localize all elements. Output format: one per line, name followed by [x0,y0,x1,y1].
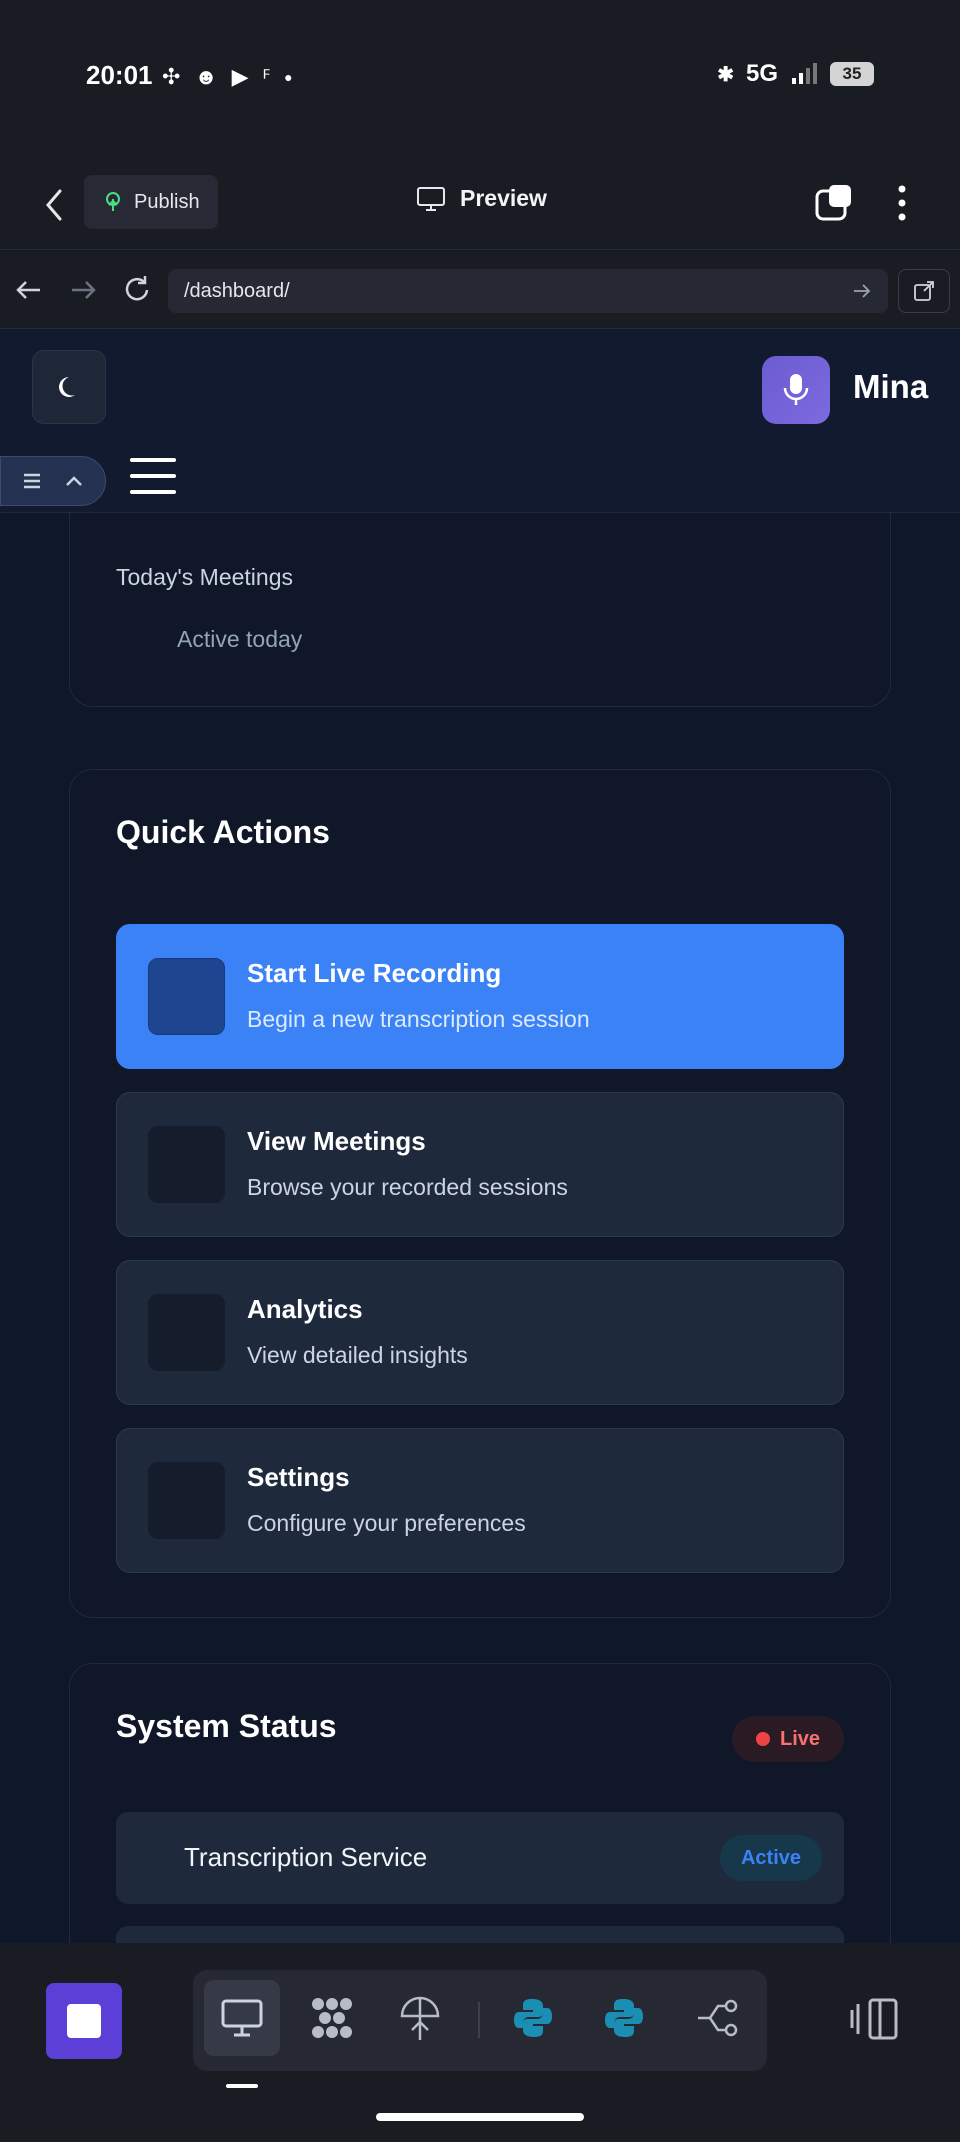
notification-icons: ✣ ☻ ▶ ꟳ ● [162,62,293,92]
status-row [116,1926,844,1943]
start-recording-button[interactable]: Start Live Recording Begin a new transcr… [116,924,844,1069]
browser-bar: /dashboard/ [0,251,960,329]
action-description: Configure your preferences [247,1510,526,1536]
settings-button[interactable]: Settings Configure your preferences [116,1428,844,1573]
live-label: Live [779,1727,821,1750]
status-row: Transcription Service Active [116,1812,844,1904]
system-status-card: System Status Live Transcription Service… [69,1663,891,1943]
url-field[interactable]: /dashboard/ [168,269,888,313]
service-name: Transcription Service [184,1842,428,1872]
quick-actions-title: Quick Actions [116,814,330,850]
stop-button[interactable] [46,1983,122,2059]
desktop-icon [221,1999,263,2037]
reload-icon[interactable] [120,273,154,307]
publish-label: Publish [134,190,200,213]
action-description: Browse your recorded sessions [247,1174,568,1200]
system-icons: ✱ 5G 35 [717,60,874,88]
action-title: Settings [247,1462,350,1492]
brand-name[interactable]: Mina [853,368,928,406]
settings-icon [148,1462,225,1539]
layout-toggle-icon[interactable] [850,1996,900,2042]
chevron-up-icon[interactable] [64,474,84,488]
analytics-icon [148,1294,225,1371]
agent-icon [312,1998,352,2038]
action-description: Begin a new transcription session [247,1006,590,1032]
bottom-toolbar [0,1943,960,2142]
moon-icon [59,377,75,397]
meetings-icon [148,1126,225,1203]
record-icon [148,958,225,1035]
url-text: /dashboard/ [184,279,290,302]
snapchat-icon: ☻ [194,64,218,89]
more-notifications-icon: ● [284,69,293,85]
live-badge: Live [732,1716,844,1762]
battery-icon: 35 [830,62,874,86]
python-tool-1[interactable] [495,1980,571,2056]
slack-icon: ✣ [162,64,181,89]
forward-arrow-icon[interactable] [66,273,100,307]
tool-group [193,1970,767,2071]
more-vertical-icon[interactable] [890,183,914,223]
brand-logo[interactable] [762,356,830,424]
app-toolbar: Publish Preview [0,155,960,250]
tabs-icon[interactable] [815,183,855,223]
microphone-icon [783,374,809,405]
action-title: Start Live Recording [247,958,502,988]
menu-icon[interactable] [130,458,176,494]
python-icon [605,1999,643,2037]
external-link-icon [914,281,934,301]
deploy-icon [400,1996,440,2040]
live-dot-icon [755,1732,770,1746]
go-arrow-icon[interactable] [852,281,872,301]
workflow-icon [698,1999,738,2037]
preview-label: Preview [460,185,547,211]
open-external-button[interactable] [898,269,950,313]
desktop-preview-tool[interactable] [204,1980,280,2056]
workflow-tool[interactable] [680,1980,756,2056]
fanfiction-icon: ꟳ [262,65,271,90]
floating-toolbar[interactable] [0,456,106,506]
preview-toggle[interactable]: Preview [416,185,547,212]
agent-tool[interactable] [294,1980,370,2056]
stat-label: Today's Meetings [116,564,293,590]
toolbar-divider [478,2002,480,2038]
back-arrow-icon[interactable] [12,273,46,307]
signal-icon [792,63,817,84]
publish-button[interactable]: Publish [84,175,218,229]
stat-subtext: Active today [177,626,303,652]
theme-toggle-button[interactable] [32,350,106,424]
action-title: Analytics [247,1294,363,1324]
site-header: Mina [0,330,960,513]
meetings-stat-card: Today's Meetings Active today [69,513,891,707]
monitor-icon [417,186,445,211]
back-chevron-icon[interactable] [40,185,70,225]
action-title: View Meetings [247,1126,426,1156]
action-description: View detailed insights [247,1342,468,1368]
active-tool-indicator [226,2084,258,2088]
python-tool-2[interactable] [586,1980,662,2056]
python-icon [514,1999,552,2037]
status-time: 20:01 [86,60,153,90]
system-status-title: System Status [116,1708,337,1744]
bluetooth-icon: ✱ [717,63,734,86]
analytics-button[interactable]: Analytics View detailed insights [116,1260,844,1405]
status-bar: 20:01 ✣ ☻ ▶ ꟳ ● ✱ 5G 35 [0,0,960,155]
youtube-icon: ▶ [231,64,249,89]
list-icon[interactable] [22,472,42,490]
network-type: 5G [745,60,778,87]
publish-icon [106,192,120,211]
stop-icon [67,2004,101,2038]
view-meetings-button[interactable]: View Meetings Browse your recorded sessi… [116,1092,844,1237]
quick-actions-card: Quick Actions Start Live Recording Begin… [69,769,891,1618]
main-content: Today's Meetings Active today Quick Acti… [0,513,960,1943]
deploy-tool[interactable] [382,1980,458,2056]
service-status-badge: Active [720,1835,822,1881]
home-indicator[interactable] [376,2113,584,2121]
